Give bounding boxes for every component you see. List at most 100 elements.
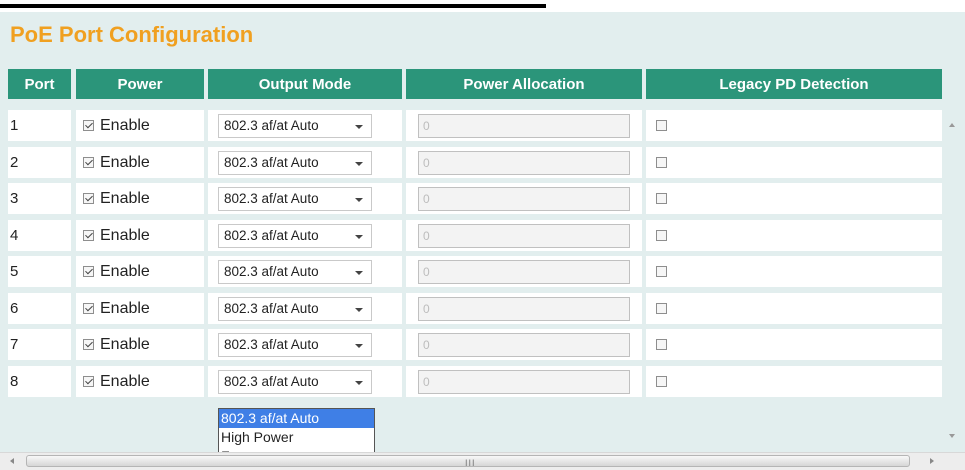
output-mode-select[interactable]: 802.3 af/at Auto (218, 369, 372, 394)
output-mode-select[interactable]: 802.3 af/at Auto (218, 150, 372, 175)
power-allocation-cell: 0 (406, 183, 642, 214)
output-mode-value: 802.3 af/at Auto (224, 191, 319, 206)
header-output-mode: Output Mode (208, 69, 402, 99)
power-cell: Enable (76, 329, 204, 360)
power-allocation-cell: 0 (406, 293, 642, 324)
table-row: 6 Enable 802.3 af/at Auto 0 (8, 293, 942, 324)
port-number: 3 (8, 183, 71, 214)
power-enable-toggle[interactable]: Enable (83, 154, 150, 172)
legacy-pd-detection-checkbox[interactable] (656, 376, 667, 387)
power-enable-toggle[interactable]: Enable (83, 300, 150, 318)
port-table-body: 1 Enable 802.3 af/at Auto 0 2 Enable 802.3 af/… (8, 110, 942, 406)
power-cell: Enable (76, 147, 204, 178)
power-enable-toggle[interactable]: Enable (83, 227, 150, 245)
table-row: 4 Enable 802.3 af/at Auto 0 (8, 220, 942, 251)
power-enable-checkbox[interactable] (83, 230, 94, 241)
legacy-pd-detection-checkbox[interactable] (656, 193, 667, 204)
power-allocation-cell: 0 (406, 147, 642, 178)
power-allocation-input[interactable]: 0 (418, 150, 630, 175)
header-power: Power (76, 69, 204, 99)
power-allocation-input[interactable]: 0 (418, 369, 630, 394)
power-enable-label: Enable (100, 153, 150, 171)
output-mode-select[interactable]: 802.3 af/at Auto (218, 296, 372, 321)
table-row: 3 Enable 802.3 af/at Auto 0 (8, 183, 942, 214)
power-enable-checkbox[interactable] (83, 157, 94, 168)
power-enable-toggle[interactable]: Enable (83, 263, 150, 281)
power-allocation-cell: 0 (406, 110, 642, 141)
header-power-allocation: Power Allocation (406, 69, 642, 99)
power-allocation-cell: 0 (406, 366, 642, 397)
scroll-down-icon[interactable] (949, 434, 955, 438)
port-number: 2 (8, 147, 71, 178)
power-enable-label: Enable (100, 335, 150, 353)
output-mode-cell: 802.3 af/at Auto (208, 183, 402, 214)
port-number: 7 (8, 329, 71, 360)
output-mode-select[interactable]: 802.3 af/at Auto (218, 223, 372, 248)
legacy-pd-detection-checkbox[interactable] (656, 230, 667, 241)
legacy-pd-cell (646, 220, 942, 251)
chevron-down-icon[interactable] (355, 270, 363, 275)
chevron-down-icon[interactable] (355, 307, 363, 312)
power-enable-checkbox[interactable] (83, 120, 94, 131)
output-mode-cell: 802.3 af/at Auto (208, 220, 402, 251)
legacy-pd-detection-checkbox[interactable] (656, 339, 667, 350)
top-rule (0, 4, 546, 8)
output-mode-cell: 802.3 af/at Auto (208, 110, 402, 141)
port-number: 8 (8, 366, 71, 397)
output-mode-cell: 802.3 af/at Auto (208, 329, 402, 360)
legacy-pd-detection-checkbox[interactable] (656, 303, 667, 314)
legacy-pd-detection-checkbox[interactable] (656, 120, 667, 131)
power-cell: Enable (76, 256, 204, 287)
power-allocation-cell: 0 (406, 220, 642, 251)
power-enable-toggle[interactable]: Enable (83, 373, 150, 391)
power-enable-checkbox[interactable] (83, 303, 94, 314)
power-enable-label: Enable (100, 262, 150, 280)
output-mode-select[interactable]: 802.3 af/at Auto (218, 113, 372, 138)
power-allocation-input[interactable]: 0 (418, 332, 630, 357)
power-enable-checkbox[interactable] (83, 339, 94, 350)
power-enable-label: Enable (100, 189, 150, 207)
power-enable-toggle[interactable]: Enable (83, 190, 150, 208)
legacy-pd-detection-checkbox[interactable] (656, 266, 667, 277)
chevron-down-icon[interactable] (355, 197, 363, 202)
chevron-down-icon[interactable] (355, 343, 363, 348)
port-number: 6 (8, 293, 71, 324)
port-number: 1 (8, 110, 71, 141)
power-allocation-input[interactable]: 0 (418, 223, 630, 248)
power-allocation-input[interactable]: 0 (418, 296, 630, 321)
legacy-pd-cell (646, 293, 942, 324)
output-mode-cell: 802.3 af/at Auto (208, 256, 402, 287)
scroll-grip-icon: III (465, 458, 476, 468)
output-mode-select[interactable]: 802.3 af/at Auto (218, 259, 372, 284)
scroll-right-icon[interactable] (930, 458, 934, 464)
dropdown-option[interactable]: 802.3 af/at Auto (219, 409, 374, 428)
chevron-down-icon[interactable] (355, 380, 363, 385)
output-mode-select[interactable]: 802.3 af/at Auto (218, 186, 372, 211)
chevron-down-icon[interactable] (355, 161, 363, 166)
output-mode-value: 802.3 af/at Auto (224, 228, 319, 243)
power-enable-checkbox[interactable] (83, 376, 94, 387)
power-allocation-input[interactable]: 0 (418, 259, 630, 284)
power-allocation-input[interactable]: 0 (418, 186, 630, 211)
legacy-pd-cell (646, 329, 942, 360)
table-row: 7 Enable 802.3 af/at Auto 0 (8, 329, 942, 360)
power-enable-checkbox[interactable] (83, 193, 94, 204)
scroll-left-icon[interactable] (10, 458, 14, 464)
power-allocation-input[interactable]: 0 (418, 113, 630, 138)
legacy-pd-detection-checkbox[interactable] (656, 157, 667, 168)
output-mode-value: 802.3 af/at Auto (224, 264, 319, 279)
table-row: 2 Enable 802.3 af/at Auto 0 (8, 147, 942, 178)
dropdown-option[interactable]: High Power (219, 428, 374, 447)
page-title: PoE Port Configuration (10, 22, 254, 47)
power-allocation-cell: 0 (406, 329, 642, 360)
power-enable-toggle[interactable]: Enable (83, 336, 150, 354)
table-row: 5 Enable 802.3 af/at Auto 0 (8, 256, 942, 287)
chevron-down-icon[interactable] (355, 234, 363, 239)
output-mode-select[interactable]: 802.3 af/at Auto (218, 332, 372, 357)
power-enable-checkbox[interactable] (83, 266, 94, 277)
output-mode-value: 802.3 af/at Auto (224, 301, 319, 316)
scroll-up-icon[interactable] (949, 123, 955, 127)
power-enable-toggle[interactable]: Enable (83, 117, 150, 135)
port-number: 4 (8, 220, 71, 251)
chevron-down-icon[interactable] (355, 124, 363, 129)
